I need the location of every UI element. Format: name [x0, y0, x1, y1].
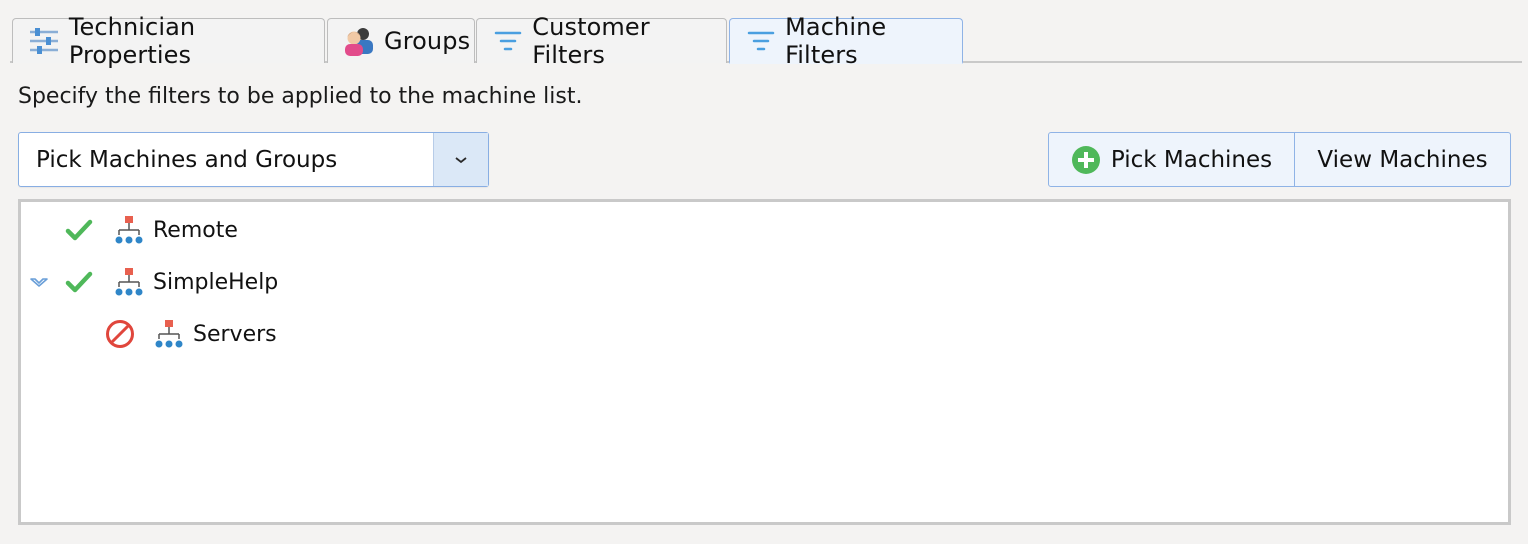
filter-mode-value: Pick Machines and Groups — [36, 147, 338, 173]
tree-item-label: Remote — [153, 217, 238, 243]
sliders-icon — [27, 24, 61, 58]
button-label: View Machines — [1317, 146, 1488, 173]
users-icon — [342, 24, 376, 58]
check-icon[interactable] — [65, 218, 93, 242]
tab-groups[interactable]: Groups — [327, 18, 475, 63]
filter-icon — [491, 24, 524, 58]
add-icon — [1071, 145, 1101, 175]
tree-row-simplehelp[interactable]: SimpleHelp — [21, 262, 1508, 302]
tab-customer-filters[interactable]: Customer Filters — [476, 13, 727, 69]
check-icon[interactable] — [65, 270, 93, 294]
tab-label: Customer Filters — [532, 13, 650, 69]
machine-filter-tree[interactable]: Remote SimpleHelp Servers — [18, 199, 1511, 525]
tab-technician-properties[interactable]: Technician Properties — [12, 13, 325, 69]
tab-label: Machine Filters — [785, 12, 887, 69]
button-label: Pick Machines — [1110, 146, 1273, 173]
filter-icon — [744, 24, 777, 58]
deny-icon[interactable] — [105, 319, 135, 349]
tab-label: Groups — [384, 27, 471, 55]
tree-item-label: SimpleHelp — [153, 269, 279, 295]
tab-bar: Technician Properties Groups Customer Fi… — [10, 13, 1522, 69]
group-icon — [155, 319, 183, 349]
filter-mode-select[interactable]: Pick Machines and Groups — [18, 132, 489, 187]
expand-chevron-icon[interactable] — [29, 275, 49, 289]
description-text: Specify the filters to be applied to the… — [18, 84, 583, 109]
tree-item-label: Servers — [193, 321, 277, 347]
pick-machines-button[interactable]: Pick Machines — [1048, 132, 1295, 187]
tab-machine-filters[interactable]: Machine Filters — [729, 13, 963, 69]
tab-label: Technician Properties — [68, 13, 196, 69]
dropdown-arrow[interactable] — [433, 133, 488, 186]
chevron-down-icon — [455, 156, 467, 163]
group-icon — [115, 215, 143, 245]
group-icon — [115, 267, 143, 297]
tree-row-remote[interactable]: Remote — [21, 210, 1508, 250]
tree-row-servers[interactable]: Servers — [21, 314, 1508, 354]
view-machines-button[interactable]: View Machines — [1294, 132, 1511, 187]
